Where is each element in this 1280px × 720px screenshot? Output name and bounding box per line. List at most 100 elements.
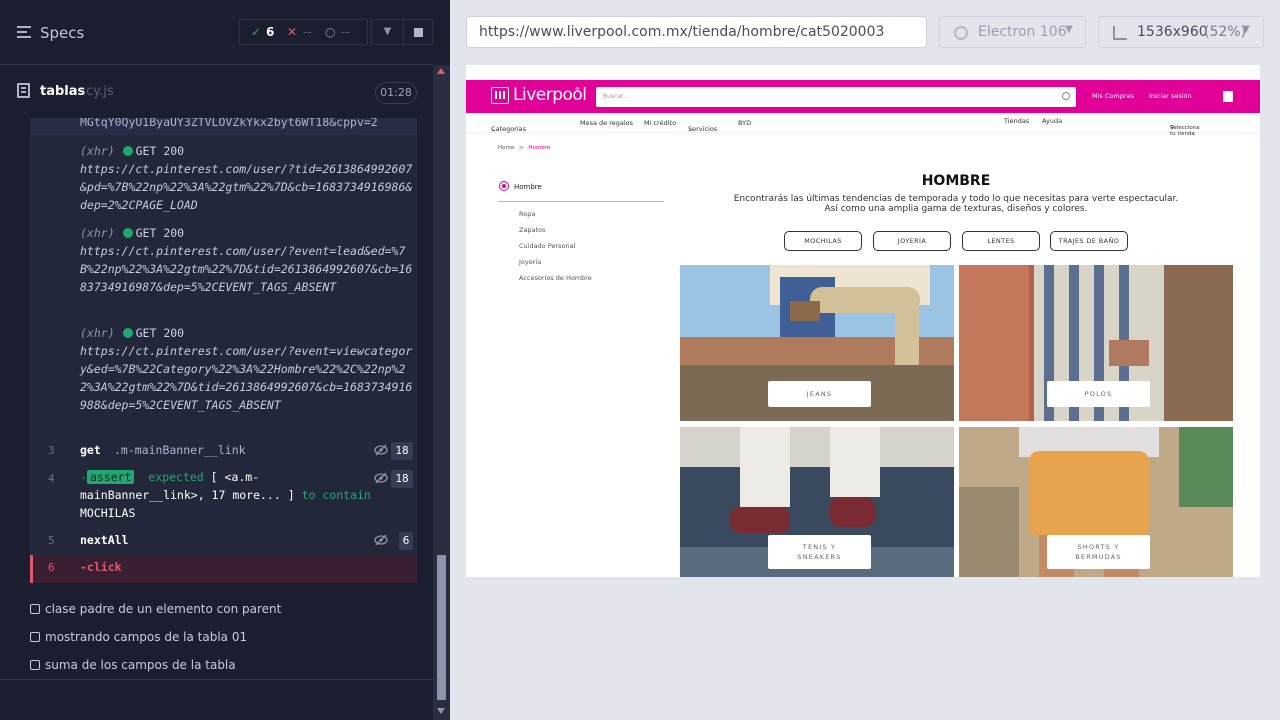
ruler-icon	[1113, 26, 1127, 40]
passed-count: 6	[266, 25, 275, 39]
xhr-url: https://ct.pinterest.com/user/?tid=26138…	[80, 162, 413, 212]
breadcrumb: Home > Hombre	[498, 145, 550, 151]
specs-list-icon[interactable]	[17, 26, 31, 38]
scroll-down-arrow-icon[interactable]	[437, 708, 445, 714]
xhr-request[interactable]: (xhr) GET 200 https://ct.pinterest.com/us…	[80, 142, 415, 214]
nav-mi-credito[interactable]: Mi crédito	[644, 119, 676, 127]
category-tile-jeans[interactable]: JEANS	[680, 265, 954, 421]
stop-button[interactable]	[403, 19, 433, 45]
run-duration: 01:28	[375, 82, 417, 104]
expand-collapse-button[interactable]: ▼	[371, 19, 404, 45]
aut-url-bar[interactable]: https://www.liverpool.com.mx/tienda/homb…	[466, 16, 927, 48]
command-row-nextall[interactable]: 5 nextAll 6	[30, 528, 417, 554]
scrollbar-thumb[interactable]	[437, 555, 446, 700]
xhr-request[interactable]: (xhr) GET 200 https://ct.pinterest.com/us…	[80, 224, 415, 296]
banner-link-joyeria[interactable]: JOYERÍA	[873, 231, 951, 251]
spec-file-name[interactable]: tablas	[40, 84, 85, 99]
assertion-message: - assert expected [ <a.m-mainBanner__link…	[80, 470, 371, 520]
xhr-request[interactable]: (xhr) GET 200 https://ct.pinterest.com/us…	[80, 324, 415, 414]
liverpool-search-input[interactable]: Buscar...	[596, 87, 1076, 107]
test-suite-item[interactable]: mostrando campos de la tabla 01	[30, 630, 247, 644]
xhr-status: GET 200	[135, 144, 185, 158]
category-tile-tenis[interactable]: TENIS Y SNEAKERS	[680, 427, 954, 577]
status-dot-icon	[122, 328, 133, 338]
sidebar-item-zapatos[interactable]: Zapatos	[519, 226, 545, 234]
pending-count: --	[341, 25, 350, 39]
liverpool-header: Liverpool ® Buscar... Mis Compras Inicia…	[466, 80, 1260, 113]
browser-selector[interactable]: Electron 106 ▼	[939, 16, 1086, 48]
command-number: 6	[48, 561, 55, 574]
status-dot-icon	[122, 146, 133, 156]
nav-mesa-regalos[interactable]: Mesa de regalos	[580, 119, 633, 127]
mis-compras-link[interactable]: Mis Compras	[1092, 92, 1134, 100]
pending-circle-icon: ○	[325, 25, 336, 39]
test-stats: ✓ 6 ✕ -- ○ --	[239, 19, 368, 45]
xhr-status: GET 200	[135, 326, 185, 340]
nav-tiendas[interactable]: Tiendas	[1004, 117, 1029, 125]
banner-link-mochilas[interactable]: MOCHILAS	[784, 231, 862, 251]
element-count-badge: 18	[391, 442, 413, 460]
search-placeholder: Buscar...	[603, 93, 629, 100]
xhr-url: https://ct.pinterest.com/user/?event=lea…	[80, 244, 413, 294]
liverpool-logo-icon[interactable]	[491, 87, 509, 104]
tile-label: TENIS Y SNEAKERS	[768, 535, 871, 569]
xhr-url: https://ct.pinterest.com/user/?event=vie…	[80, 344, 413, 412]
search-icon[interactable]	[1062, 92, 1070, 100]
xhr-url-fragment: MGtqY0QyU1ByaUY3ZTVLOVZkYkx2byt6WT18&cpp…	[80, 118, 378, 129]
element-count-badge: 18	[391, 470, 413, 488]
xhr-status: GET 200	[135, 226, 185, 240]
command-row-click-failed[interactable]: 6 -click	[30, 555, 417, 583]
status-dot-icon	[122, 228, 133, 238]
eye-slash-icon	[374, 534, 388, 546]
test-suite-item[interactable]: suma de los campos de la tabla	[30, 658, 236, 672]
sidebar-item-accesorios[interactable]: Accesorios de Hombre	[519, 274, 592, 282]
spec-file-extension: .cy.js	[82, 84, 114, 99]
registered-mark: ®	[575, 87, 580, 93]
command-row-get[interactable]: 3 get .m-mainBanner__link 18	[30, 438, 417, 464]
radio-selected-icon[interactable]	[499, 181, 509, 191]
command-row-fragment[interactable]: MGtqY0QyU1ByaUY3ZTVLOVZkYkx2byt6WT18&cpp…	[30, 118, 417, 135]
nav-byd[interactable]: BYD	[738, 119, 751, 127]
command-name: -click	[80, 560, 122, 574]
sidebar-item-cuidado-personal[interactable]: Cuidado Personal	[519, 242, 575, 250]
element-count-badge: 6	[399, 532, 413, 550]
viewport-scale: (52%)	[1204, 24, 1247, 40]
browser-name: Electron 106	[978, 24, 1067, 40]
iniciar-sesion-link[interactable]: Iniciar sesión	[1149, 92, 1192, 100]
collapsed-box-icon	[30, 660, 40, 670]
breadcrumb-home[interactable]: Home	[498, 145, 514, 151]
banner-link-trajes-bano[interactable]: TRAJES DE BAÑO	[1050, 231, 1128, 251]
category-tile-polos[interactable]: POLOS	[959, 265, 1233, 421]
category-tile-shorts[interactable]: SHORTS Y BERMUDAS	[959, 427, 1233, 577]
viewport-selector[interactable]: 1536x960 (52%) ▼	[1098, 16, 1264, 48]
sidebar-title[interactable]: Hombre	[514, 183, 542, 191]
command-log: MGtqY0QyU1ByaUY3ZTVLOVZkYkx2byt6WT18&cpp…	[30, 118, 417, 583]
tile-label: POLOS	[1047, 381, 1150, 407]
sidebar-item-ropa[interactable]: Ropa	[519, 210, 535, 218]
command-log-scrollbar[interactable]	[433, 65, 450, 720]
spec-file-header: tablas .cy.js 01:28	[0, 66, 433, 118]
chevron-down-icon: ⌄	[688, 125, 694, 133]
command-number: 5	[48, 534, 55, 547]
file-icon	[17, 83, 30, 98]
failed-count: --	[303, 25, 312, 39]
test-suite-item[interactable]: clase padre de un elemento con parent	[30, 602, 281, 616]
xhr-tag: (xhr)	[80, 144, 115, 158]
specs-title[interactable]: Specs	[40, 24, 84, 42]
command-number: 4	[48, 472, 55, 485]
chevron-down-icon: ▼	[383, 26, 392, 37]
xhr-tag: (xhr)	[80, 226, 115, 240]
banner-link-lentes[interactable]: LENTES	[962, 231, 1040, 251]
command-number: 3	[48, 444, 55, 457]
failed-x-icon: ✕	[287, 25, 298, 39]
cypress-runner-panel: Specs ✓ 6 ✕ -- ○ -- ▼ tablas .cy.js 01:2…	[0, 0, 450, 720]
scroll-up-arrow-icon[interactable]	[437, 68, 445, 74]
nav-ayuda[interactable]: Ayuda	[1042, 117, 1062, 125]
aut-top-strip	[466, 65, 1260, 80]
shopping-bag-icon[interactable]	[1223, 91, 1233, 102]
chevron-down-icon: ▼	[1242, 24, 1250, 35]
sidebar-item-joyeria[interactable]: Joyería	[519, 258, 541, 266]
page-description-line1: Encontrarás las últimas tendencias de te…	[733, 194, 1179, 204]
assert-label: assert	[86, 470, 135, 484]
divider	[0, 679, 433, 680]
